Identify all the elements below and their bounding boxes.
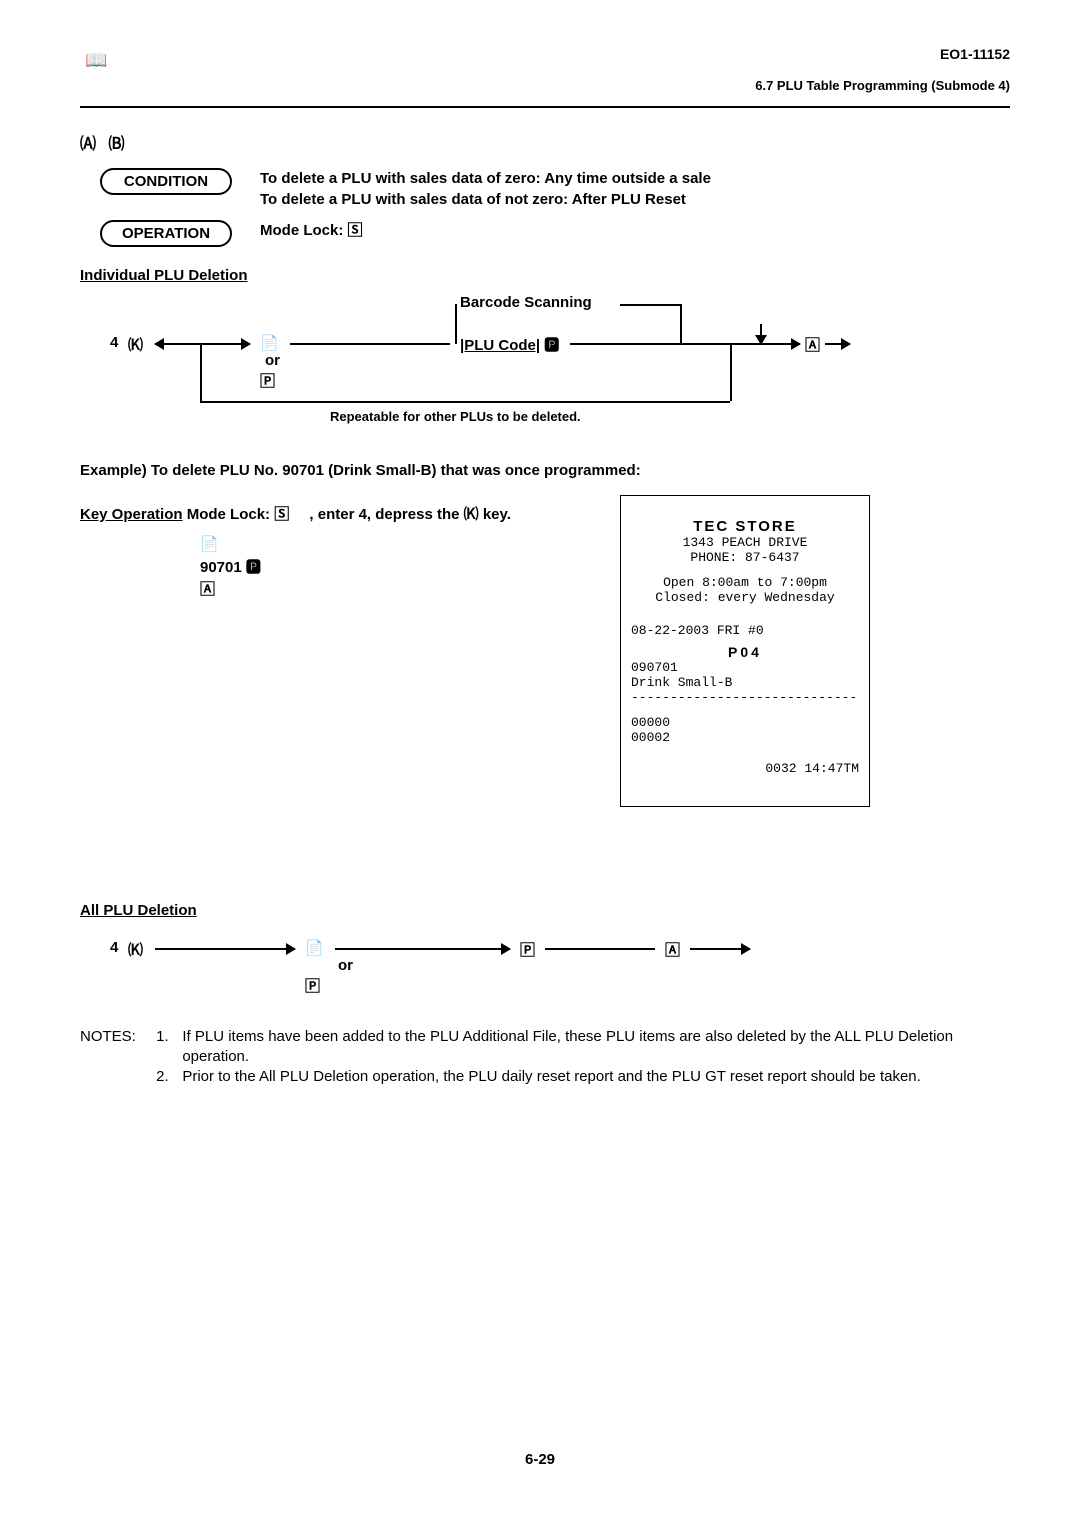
note-1-body: If PLU items have been added to the PLU … bbox=[182, 1027, 982, 1068]
diag2-item2: 🄿 bbox=[305, 975, 320, 996]
diag2-line3 bbox=[545, 948, 655, 950]
diag1-item1: 📄 bbox=[260, 334, 279, 352]
keyop-block-line1: 90701 🅿 bbox=[200, 557, 1010, 580]
receipt-p04: P04 bbox=[631, 644, 859, 660]
condition-line2: To delete a PLU with sales data of not z… bbox=[260, 191, 686, 208]
receipt-tm: 0032 14:47TM bbox=[631, 761, 859, 776]
keyop-mid: , enter 4, depress the bbox=[309, 506, 459, 523]
diag2-or: or bbox=[338, 957, 353, 974]
header-rule bbox=[80, 106, 1010, 108]
receipt-code: 090701 bbox=[631, 660, 859, 675]
condition-line1: To delete a PLU with sales data of zero:… bbox=[260, 170, 711, 187]
doc-code: EO1-11152 bbox=[940, 46, 1010, 62]
diag1-item2: 🄿 bbox=[260, 370, 275, 391]
diag1-k: 🄚 bbox=[128, 334, 143, 355]
diag2-arrow1 bbox=[155, 948, 295, 950]
operation-row: OPERATION Mode Lock: 🅂 bbox=[100, 220, 1010, 247]
operation-pill: OPERATION bbox=[100, 220, 232, 247]
keyop-block-line0: 📄 bbox=[200, 534, 1010, 557]
condition-text: To delete a PLU with sales data of zero:… bbox=[260, 168, 711, 210]
notes-label: NOTES: bbox=[80, 1027, 152, 1047]
section-number: 🄐 🄑 bbox=[80, 130, 1010, 154]
diag2-mid: 🄿 bbox=[520, 939, 535, 960]
note-2-row: 2. Prior to the All PLU Deletion operati… bbox=[80, 1067, 1010, 1087]
operation-label: Mode Lock: bbox=[260, 222, 343, 239]
diag1-bs-v1 bbox=[455, 304, 457, 344]
diag1-four: 4 bbox=[110, 334, 118, 351]
keyop-line: Key Operation Mode Lock: 🅂 , enter 4, de… bbox=[80, 503, 1010, 524]
operation-mode-glyph: 🅂 bbox=[348, 222, 363, 239]
all-del-section: All PLU Deletion 4 🄚 📄 or 🄿 🄿 🄰 NOTES: 1… bbox=[80, 902, 1010, 1088]
receipt-date: 08-22-2003 FRI #0 bbox=[631, 623, 859, 638]
keyop-text: Mode Lock: bbox=[187, 506, 270, 523]
note-2-num: 2. bbox=[156, 1067, 178, 1087]
keyop-key-glyph: 🄚 bbox=[464, 506, 479, 523]
condition-row: CONDITION To delete a PLU with sales dat… bbox=[100, 168, 1010, 210]
diag1-arrow1 bbox=[155, 343, 250, 345]
condition-pill: CONDITION bbox=[100, 168, 232, 195]
page-number: 6-29 bbox=[0, 1451, 1080, 1468]
note-2-body: Prior to the All PLU Deletion operation,… bbox=[182, 1067, 982, 1087]
example-line: Example) To delete PLU No. 90701 (Drink … bbox=[80, 462, 1010, 479]
note-1-row: NOTES: 1. If PLU items have been added t… bbox=[80, 1027, 1010, 1068]
receipt-addr: 1343 PEACH DRIVE bbox=[631, 535, 859, 550]
diag1-barcode-label: Barcode Scanning bbox=[460, 294, 592, 311]
diag1-loop-v1 bbox=[200, 343, 202, 401]
diag1-arrow3 bbox=[760, 343, 800, 345]
receipt-zero1: 00000 bbox=[631, 715, 859, 730]
keyop-prefix: Key Operation bbox=[80, 506, 183, 523]
diag2-item1: 📄 bbox=[305, 939, 324, 957]
page: 📖 EO1-11152 6.7 PLU Table Programming (S… bbox=[0, 0, 1080, 1528]
diag2-arrow3 bbox=[690, 948, 750, 950]
diag2-k: 🄚 bbox=[128, 939, 143, 960]
receipt-closed: Closed: every Wednesday bbox=[631, 590, 859, 605]
diag1-repeat-note: Repeatable for other PLUs to be deleted. bbox=[330, 409, 581, 424]
diag2-end: 🄰 bbox=[665, 939, 680, 960]
receipt-dashes: ------------------------------- bbox=[631, 690, 859, 705]
note-1-num: 1. bbox=[156, 1027, 178, 1047]
receipt-zero2: 00002 bbox=[631, 730, 859, 745]
diag1-or: or bbox=[265, 352, 280, 369]
receipt-store: TEC STORE bbox=[631, 518, 859, 535]
receipt-phone: PHONE: 87-6437 bbox=[631, 550, 859, 565]
diag1-bs-v2 bbox=[680, 304, 682, 344]
diagram-individual: 4 🄚 📄 or 🄿 Barcode Scanning |PLU Code| 🅿… bbox=[80, 294, 1010, 444]
book-icon: 📖 bbox=[85, 50, 107, 71]
diag2-arrow2 bbox=[335, 948, 510, 950]
diag1-loop-h bbox=[200, 401, 730, 403]
section-ref: 6.7 PLU Table Programming (Submode 4) bbox=[755, 78, 1010, 93]
diag1-plu-glyph: 🅿 bbox=[544, 337, 559, 354]
receipt-name: Drink Small-B bbox=[631, 675, 859, 690]
notes-label-spacer bbox=[80, 1067, 152, 1087]
all-heading: All PLU Deletion bbox=[80, 902, 1010, 919]
diag1-plucode: |PLU Code| 🅿 bbox=[460, 334, 559, 355]
diag1-line2 bbox=[290, 343, 450, 345]
receipt: TEC STORE 1343 PEACH DRIVE PHONE: 87-643… bbox=[620, 495, 870, 807]
keyop-block: 📄 90701 🅿 🄰 bbox=[200, 534, 1010, 602]
header-row: 📖 EO1-11152 6.7 PLU Table Programming (S… bbox=[80, 40, 1010, 100]
diag1-end: 🄰 bbox=[805, 334, 820, 355]
diag1-plucode-text: |PLU Code| bbox=[460, 337, 540, 354]
keyop-mode-glyph: 🅂 bbox=[274, 506, 289, 523]
diagram-all: 4 🄚 📄 or 🄿 🄿 🄰 bbox=[80, 929, 1010, 1009]
receipt-open: Open 8:00am to 7:00pm bbox=[631, 575, 859, 590]
diag1-bs-h bbox=[620, 304, 680, 306]
keyop-suffix: key. bbox=[483, 506, 511, 523]
operation-text: Mode Lock: 🅂 bbox=[260, 220, 363, 241]
notes: NOTES: 1. If PLU items have been added t… bbox=[80, 1027, 1010, 1088]
diag1-loop-v2 bbox=[730, 343, 732, 401]
diag1-arrow4 bbox=[825, 343, 850, 345]
diag1-down bbox=[760, 324, 762, 344]
individual-heading: Individual PLU Deletion bbox=[80, 267, 1010, 284]
keyop-block-line2: 🄰 bbox=[200, 579, 1010, 602]
diag2-four: 4 bbox=[110, 939, 118, 956]
